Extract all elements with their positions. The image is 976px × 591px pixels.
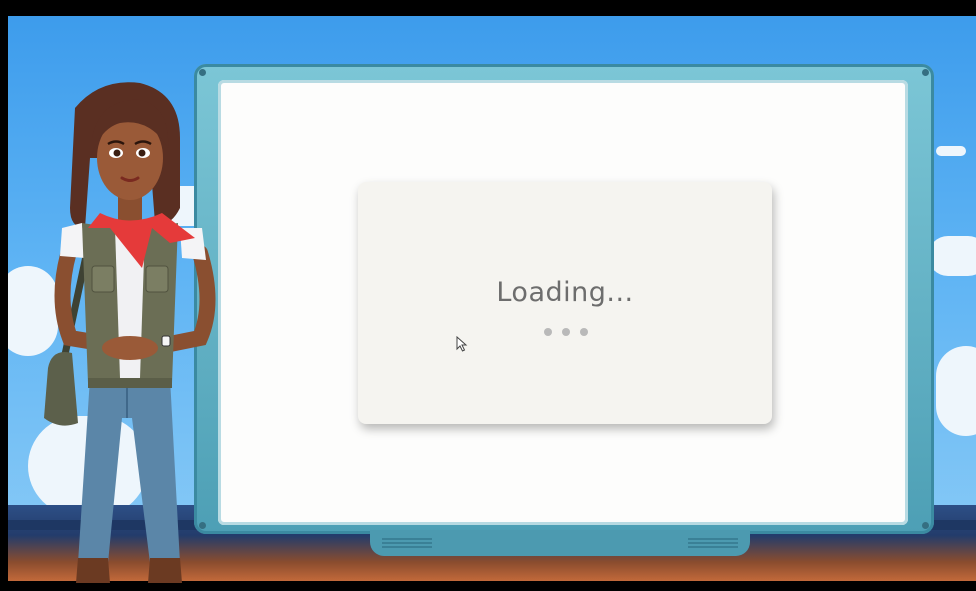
whiteboard-stand: [370, 530, 750, 556]
cloud: [936, 146, 966, 156]
vent-grille: [688, 538, 738, 548]
loading-dot: [544, 328, 552, 336]
bolt-icon: [922, 69, 929, 76]
loading-card: Loading...: [358, 182, 772, 424]
bolt-icon: [199, 69, 206, 76]
mouse-cursor-icon: [456, 336, 468, 352]
loading-dots: [544, 328, 588, 336]
cloud: [928, 236, 976, 276]
presenter-character: [44, 82, 216, 583]
loading-dot: [562, 328, 570, 336]
video-stage: Loading...: [0, 0, 976, 591]
loading-text: Loading...: [496, 277, 634, 308]
vent-grille: [382, 538, 432, 548]
loading-dot: [580, 328, 588, 336]
bolt-icon: [922, 522, 929, 529]
cloud: [936, 346, 976, 436]
